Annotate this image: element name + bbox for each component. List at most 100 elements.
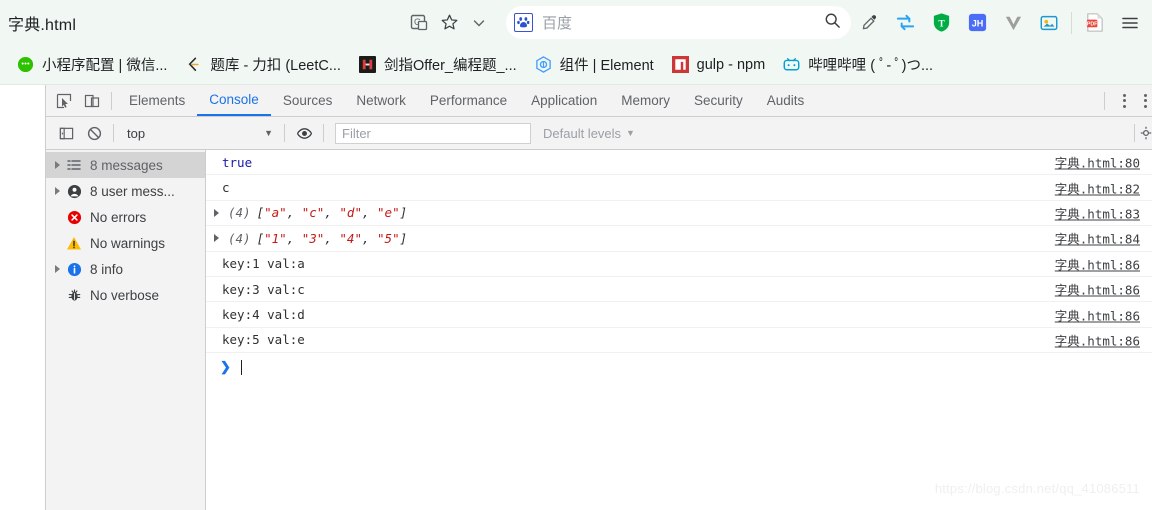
- expand-array-triangle-icon[interactable]: [214, 234, 226, 243]
- execution-context-select[interactable]: top ▼: [119, 122, 279, 144]
- omnibox-right-cluster: G 百度 T JH PDF: [404, 0, 1152, 45]
- toolbar-divider: [1071, 11, 1072, 34]
- error-icon: [64, 210, 84, 225]
- svg-text:PDF: PDF: [1086, 22, 1097, 28]
- console-message-text: true: [222, 154, 253, 170]
- console-message-row[interactable]: key:4 val:d 字典.html:86: [206, 302, 1152, 328]
- eyedropper-icon[interactable]: [851, 0, 887, 45]
- console-source-link[interactable]: 字典.html:82: [1055, 178, 1140, 197]
- tabbar-divider: [111, 91, 112, 110]
- console-message-row[interactable]: c 字典.html:82: [206, 175, 1152, 201]
- toolbar-divider-4: [1134, 124, 1135, 142]
- expand-array-triangle-icon[interactable]: [214, 208, 226, 217]
- bug-icon: [64, 288, 84, 303]
- vue-devtools-icon[interactable]: [995, 0, 1031, 45]
- expand-triangle-icon[interactable]: [50, 161, 64, 169]
- search-icon[interactable]: [824, 12, 841, 34]
- wechat-icon: [17, 56, 34, 73]
- bookmark-item-bilibili[interactable]: 哔哩哔哩 ( ﾟ- ﾟ)つ...: [774, 51, 942, 79]
- sidebar-item-errors[interactable]: No errors: [46, 204, 205, 230]
- console-source-link[interactable]: 字典.html:86: [1055, 330, 1140, 349]
- hamburger-menu-icon[interactable]: [1112, 0, 1148, 45]
- console-prompt[interactable]: ❯: [206, 353, 1152, 381]
- inspect-element-icon[interactable]: [50, 87, 78, 115]
- console-message-row[interactable]: (4) ["a", "c", "d", "e"] 字典.html:83: [206, 201, 1152, 227]
- expand-triangle-icon[interactable]: [50, 265, 64, 273]
- page-viewport: [0, 85, 45, 510]
- tab-sources[interactable]: Sources: [271, 85, 345, 116]
- sidebar-item-label: 8 info: [90, 261, 124, 277]
- console-settings-icon[interactable]: [1140, 119, 1152, 147]
- console-source-link[interactable]: 字典.html:86: [1055, 305, 1140, 324]
- tab-security[interactable]: Security: [682, 85, 755, 116]
- screenshot-extension-icon[interactable]: [1031, 0, 1067, 45]
- console-source-link[interactable]: 字典.html:86: [1055, 280, 1140, 299]
- pdf-extension-icon[interactable]: PDF: [1076, 0, 1112, 45]
- console-message-row[interactable]: key:3 val:c 字典.html:86: [206, 277, 1152, 303]
- bookmark-label: 哔哩哔哩 ( ﾟ- ﾟ)つ...: [808, 58, 934, 74]
- sidebar-item-messages[interactable]: 8 messages: [46, 152, 205, 178]
- live-expression-eye-icon[interactable]: [290, 119, 318, 147]
- bookmark-label: 小程序配置 | 微信...: [42, 58, 168, 74]
- log-levels-select[interactable]: Default levels ▼: [543, 126, 635, 141]
- execution-context-value: top: [127, 125, 146, 141]
- console-source-link[interactable]: 字典.html:83: [1055, 203, 1140, 222]
- console-message-text: key:1 val:a: [222, 256, 305, 272]
- tab-memory[interactable]: Memory: [609, 85, 682, 116]
- filter-placeholder: Filter: [342, 125, 371, 141]
- bookmark-star-icon[interactable]: [434, 8, 464, 38]
- log-levels-label: Default levels: [543, 125, 622, 141]
- console-message-row[interactable]: key:1 val:a 字典.html:86: [206, 252, 1152, 277]
- baidu-paw-icon: [514, 13, 533, 32]
- translate-icon[interactable]: G: [404, 8, 434, 38]
- tab-strip: 字典.html G 百度 T JH PDF: [0, 0, 1152, 45]
- filter-input[interactable]: Filter: [335, 122, 531, 144]
- array-length-label: (4): [228, 205, 251, 221]
- tab-elements[interactable]: Elements: [117, 85, 197, 116]
- refresh-sync-icon[interactable]: [887, 0, 923, 45]
- chevron-down-icon: ▼: [626, 128, 635, 138]
- tab-application[interactable]: Application: [519, 85, 609, 116]
- console-message-row[interactable]: key:5 val:e 字典.html:86: [206, 328, 1152, 354]
- console-source-link[interactable]: 字典.html:84: [1055, 229, 1140, 248]
- sidebar-item-user-messages[interactable]: 8 user mess...: [46, 178, 205, 204]
- expand-triangle-icon[interactable]: [50, 187, 64, 195]
- console-message-row[interactable]: true 字典.html:80: [206, 150, 1152, 176]
- tab-console[interactable]: Console: [197, 85, 271, 116]
- bookmark-item-npm[interactable]: gulp - npm: [663, 51, 775, 79]
- clear-console-icon[interactable]: [80, 119, 108, 147]
- chevron-down-icon[interactable]: [464, 8, 494, 38]
- sidebar-item-info[interactable]: 8 info: [46, 256, 205, 282]
- bookmark-item-leetcode[interactable]: 题库 - 力扣 (LeetC...: [176, 51, 350, 79]
- device-toolbar-icon[interactable]: [78, 87, 106, 115]
- sidebar-item-label: No verbose: [90, 287, 160, 303]
- sidebar-item-warnings[interactable]: No warnings: [46, 230, 205, 256]
- nowcoder-icon: [358, 56, 376, 73]
- list-icon: [64, 158, 84, 172]
- svg-text:T: T: [938, 18, 945, 29]
- tampermonkey-shield-icon[interactable]: T: [923, 0, 959, 45]
- console-sidebar-toggle-icon[interactable]: [52, 119, 80, 147]
- jh-extension-icon[interactable]: JH: [959, 0, 995, 45]
- extensions-strip: T JH PDF: [851, 0, 1152, 45]
- console-message-text: key:4 val:d: [222, 307, 305, 323]
- console-source-link[interactable]: 字典.html:80: [1055, 153, 1140, 172]
- user-icon: [64, 184, 84, 199]
- tab-title[interactable]: 字典.html: [4, 11, 76, 35]
- tab-network[interactable]: Network: [344, 85, 418, 116]
- sidebar-item-verbose[interactable]: No verbose: [46, 282, 205, 308]
- kebab-menu-icon[interactable]: [1110, 87, 1138, 115]
- console-message-list[interactable]: true 字典.html:80 c 字典.html:82 (4) ["a", "…: [206, 150, 1152, 510]
- console-source-link[interactable]: 字典.html:86: [1055, 254, 1140, 273]
- tab-performance[interactable]: Performance: [418, 85, 519, 116]
- bookmark-item-wechat[interactable]: 小程序配置 | 微信...: [8, 51, 176, 79]
- console-sidebar: 8 messages 8 user mess... No errors No w…: [46, 150, 206, 510]
- bookmark-item-nowcoder[interactable]: 剑指Offer_编程题_...: [350, 51, 526, 79]
- search-box[interactable]: 百度: [506, 6, 851, 39]
- console-message-row[interactable]: (4) ["1", "3", "4", "5"] 字典.html:84: [206, 226, 1152, 252]
- leetcode-icon: [185, 56, 202, 73]
- tab-audits[interactable]: Audits: [755, 85, 817, 116]
- bookmark-item-element[interactable]: 组件 | Element: [526, 51, 663, 79]
- close-devtools-icon[interactable]: [1138, 87, 1152, 115]
- array-length-label: (4): [228, 230, 251, 246]
